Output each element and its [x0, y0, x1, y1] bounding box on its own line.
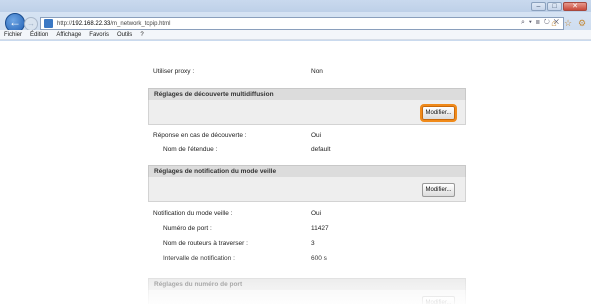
sleep-notification-label: Notification du mode veille :	[153, 210, 233, 217]
site-icon	[44, 19, 53, 28]
sleep-button-bar: Modifier...	[148, 177, 466, 202]
port-modify-button[interactable]: Modifier...	[422, 296, 455, 304]
routers-label: Nom de routeurs à traverser :	[163, 240, 248, 247]
maximize-button[interactable]: □	[547, 2, 562, 11]
discovery-response-label: Réponse en cas de découverte :	[153, 132, 247, 139]
interval-row: Intervalle de notification : 600 s	[163, 255, 453, 264]
menu-fichier[interactable]: Fichier	[4, 32, 22, 38]
proxy-label: Utiliser proxy :	[153, 68, 195, 75]
sleep-modify-button[interactable]: Modifier...	[422, 183, 455, 197]
menu-bar: Fichier Édition Affichage Favoris Outils…	[0, 30, 591, 40]
close-button[interactable]: ✕	[563, 2, 587, 11]
menu-help[interactable]: ?	[140, 32, 143, 38]
sleep-notification-value: Oui	[311, 210, 322, 217]
menu-affichage[interactable]: Affichage	[56, 32, 81, 38]
discovery-modify-button[interactable]: Modifier...	[422, 106, 455, 120]
browser-window: – □ ✕ ← → http://192.168.22.33/m_network…	[0, 0, 591, 304]
scope-name-label: Nom de l'étendue :	[163, 146, 218, 153]
routers-value: 3	[311, 240, 315, 247]
favorites-icon[interactable]: ☆	[563, 18, 573, 28]
url-text[interactable]: http://192.168.22.33/m_network_tcpip.htm…	[57, 21, 170, 27]
interval-value: 600 s	[311, 255, 327, 262]
menu-favoris[interactable]: Favoris	[89, 32, 109, 38]
port-number-label: Numéro de port :	[163, 225, 212, 232]
interval-label: Intervalle de notification :	[163, 255, 235, 262]
window-controls: – □ ✕	[531, 2, 587, 11]
port-number-value: 11427	[311, 225, 329, 232]
discovery-button-bar: Modifier...	[148, 100, 466, 125]
minimize-button[interactable]: –	[531, 2, 546, 11]
settings-panel: Utiliser proxy : Non Réglages de découve…	[148, 41, 466, 304]
routers-row: Nom de routeurs à traverser : 3	[163, 240, 453, 249]
proxy-value: Non	[311, 68, 323, 75]
scope-name-value: default	[311, 146, 331, 153]
proxy-row: Utiliser proxy : Non	[153, 68, 453, 77]
page-content: Utiliser proxy : Non Réglages de découve…	[0, 41, 591, 304]
discovery-response-row: Réponse en cas de découverte : Oui	[153, 132, 453, 141]
scope-name-row: Nom de l'étendue : default	[163, 146, 453, 155]
toolbar-icons: ⌂ ☆ ⚙	[549, 18, 587, 28]
menu-outils[interactable]: Outils	[117, 32, 132, 38]
home-icon[interactable]: ⌂	[549, 18, 559, 28]
sleep-notification-row: Notification du mode veille : Oui	[153, 210, 453, 219]
address-bar[interactable]: http://192.168.22.33/m_network_tcpip.htm…	[40, 17, 564, 30]
tools-icon[interactable]: ⚙	[577, 18, 587, 28]
forward-button[interactable]: →	[24, 17, 38, 31]
port-number-row: Numéro de port : 11427	[163, 225, 453, 234]
port-button-bar: Modifier...	[148, 290, 466, 304]
discovery-response-value: Oui	[311, 132, 322, 139]
menu-edition[interactable]: Édition	[30, 32, 48, 38]
